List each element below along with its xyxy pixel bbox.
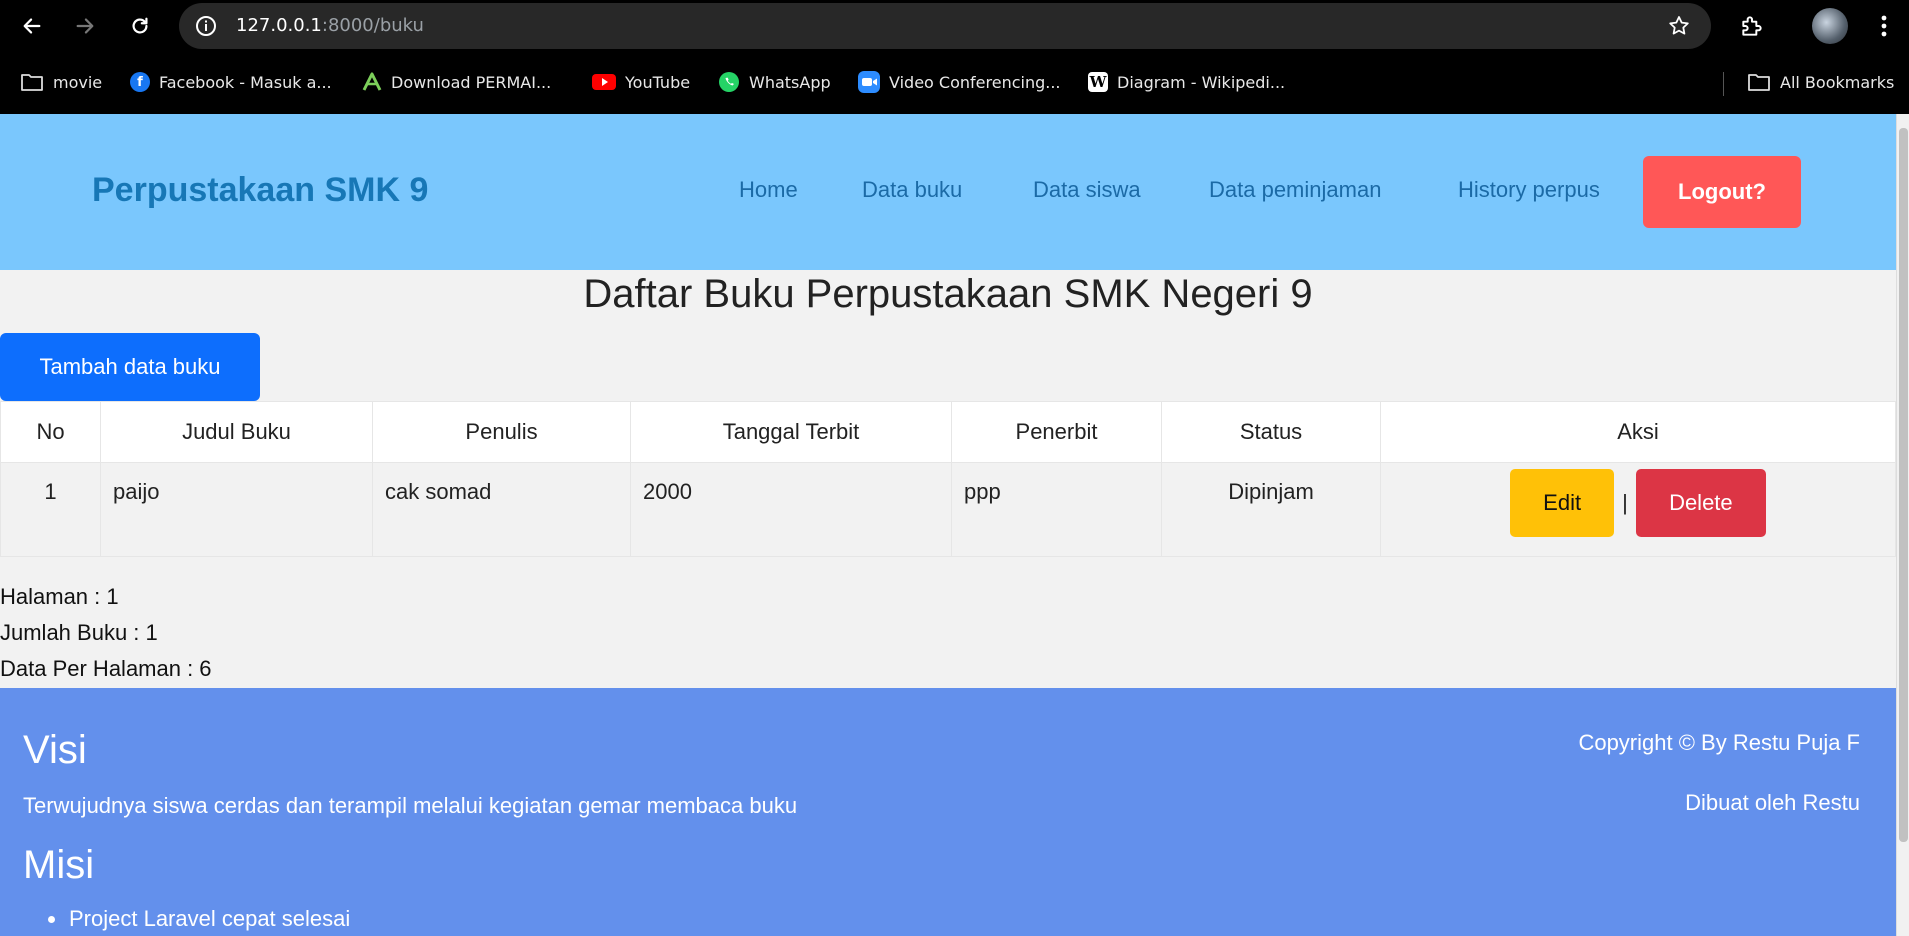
bookmarks-bar: movie f Facebook - Masuk a... Download P…: [0, 62, 1909, 102]
bookmark-label: WhatsApp: [749, 72, 831, 92]
folder-icon: [1748, 74, 1770, 91]
back-arrow-icon: [23, 18, 41, 34]
column-header-penulis: Penulis: [372, 401, 631, 463]
bookmark-label: YouTube: [625, 72, 691, 92]
bookmark-permai[interactable]: Download PERMAI...: [362, 68, 551, 96]
bookmark-label: Diagram - Wikipedi...: [1117, 72, 1286, 92]
all-bookmarks-button[interactable]: All Bookmarks: [1747, 68, 1894, 96]
back-button[interactable]: [16, 10, 48, 42]
cell-status: Dipinjam: [1161, 462, 1381, 557]
cell-penerbit: ppp: [951, 462, 1162, 557]
youtube-icon: [592, 74, 616, 90]
column-header-aksi: Aksi: [1380, 401, 1896, 463]
table-header-row: No Judul Buku Penulis Tanggal Terbit Pen…: [0, 401, 1896, 463]
bookmark-zoom[interactable]: Video Conferencing...: [858, 68, 1061, 96]
reload-icon: [132, 17, 148, 34]
bookmark-wikipedia[interactable]: W Diagram - Wikipedi...: [1088, 68, 1285, 96]
column-header-no: No: [0, 401, 101, 463]
menu-button[interactable]: [1868, 10, 1900, 42]
nav-link-history-perpus[interactable]: History perpus: [1458, 177, 1600, 203]
more-vertical-icon: [1881, 15, 1887, 37]
visi-heading: Visi: [23, 728, 87, 772]
action-separator: |: [1622, 490, 1628, 515]
url-text[interactable]: 127.0.0.1:8000/buku: [236, 15, 424, 36]
bookmarks-divider: [1723, 72, 1724, 96]
bookmark-youtube[interactable]: YouTube: [592, 68, 690, 96]
add-book-button[interactable]: Tambah data buku: [0, 333, 260, 401]
site-info-icon[interactable]: [194, 14, 218, 38]
edit-button[interactable]: Edit: [1510, 469, 1615, 537]
cell-aksi: Edit | Delete: [1380, 462, 1896, 557]
folder-icon: [21, 74, 43, 91]
books-table: No Judul Buku Penulis Tanggal Terbit Pen…: [0, 401, 1896, 557]
column-header-status: Status: [1161, 401, 1381, 463]
credit-text: Dibuat oleh Restu: [1685, 790, 1860, 815]
bookmark-star-icon[interactable]: [1667, 14, 1691, 38]
cell-tanggal: 2000: [630, 462, 952, 557]
bookmark-label: Video Conferencing...: [889, 72, 1061, 92]
puzzle-icon: [1742, 16, 1762, 36]
bookmark-movie[interactable]: movie: [20, 68, 102, 96]
browser-toolbar: 127.0.0.1:8000/buku: [0, 0, 1909, 52]
row-actions: Edit | Delete: [1381, 469, 1895, 537]
page-title: Daftar Buku Perpustakaan SMK Negeri 9: [583, 272, 1313, 316]
forward-arrow-icon: [76, 18, 94, 34]
misi-heading: Misi: [23, 843, 95, 887]
site-footer: Visi Terwujudnya siswa cerdas dan teramp…: [0, 688, 1896, 936]
site-brand[interactable]: Perpustakaan SMK 9: [92, 171, 428, 210]
bookmark-label: movie: [53, 72, 103, 92]
site-navbar: Perpustakaan SMK 9 Home Data buku Data s…: [0, 114, 1896, 270]
url-host: 127.0.0.1: [236, 15, 322, 36]
page-viewport: Perpustakaan SMK 9 Home Data buku Data s…: [0, 114, 1896, 936]
table-row: 1 paijo cak somad 2000 ppp Dipinjam Edit…: [0, 462, 1896, 557]
column-header-penerbit: Penerbit: [951, 401, 1162, 463]
permai-icon: [362, 72, 382, 91]
copyright-text: Copyright © By Restu Puja F: [1578, 730, 1860, 755]
forward-button[interactable]: [69, 10, 101, 42]
reload-button[interactable]: [124, 10, 156, 42]
url-path: :8000/buku: [321, 15, 424, 36]
browser-chrome: 127.0.0.1:8000/buku movie f Facebook - M…: [0, 0, 1909, 114]
bullet-icon: [48, 915, 55, 923]
cell-judul: paijo: [100, 462, 373, 557]
bookmark-label: Download PERMAI...: [391, 72, 552, 92]
all-bookmarks-label: All Bookmarks: [1780, 72, 1895, 92]
whatsapp-icon: [719, 72, 739, 92]
bookmark-facebook[interactable]: f Facebook - Masuk a...: [130, 68, 332, 96]
info-halaman: Halaman : 1: [0, 584, 119, 609]
nav-link-data-siswa[interactable]: Data siswa: [1033, 177, 1141, 203]
cell-no: 1: [0, 462, 101, 557]
address-bar[interactable]: 127.0.0.1:8000/buku: [179, 3, 1711, 49]
delete-button[interactable]: Delete: [1635, 469, 1766, 537]
wikipedia-icon: W: [1088, 72, 1108, 92]
column-header-judul: Judul Buku: [100, 401, 373, 463]
extensions-button[interactable]: [1736, 10, 1768, 42]
page-scrollbar[interactable]: [1896, 114, 1909, 936]
nav-link-data-peminjaman[interactable]: Data peminjaman: [1209, 177, 1381, 203]
info-jumlah-buku: Jumlah Buku : 1: [0, 620, 158, 645]
facebook-icon: f: [130, 72, 150, 92]
visi-text: Terwujudnya siswa cerdas dan terampil me…: [23, 793, 798, 818]
profile-avatar[interactable]: [1812, 8, 1848, 44]
scrollbar-thumb[interactable]: [1899, 128, 1908, 842]
bookmark-whatsapp[interactable]: WhatsApp: [718, 68, 831, 96]
info-data-per-halaman: Data Per Halaman : 6: [0, 656, 212, 681]
column-header-tanggal: Tanggal Terbit: [630, 401, 952, 463]
misi-item-text: Project Laravel cepat selesai: [69, 906, 351, 931]
logout-button[interactable]: Logout?: [1643, 156, 1801, 228]
nav-link-home[interactable]: Home: [739, 177, 798, 203]
misi-list-item: Project Laravel cepat selesai: [48, 906, 350, 932]
nav-link-data-buku[interactable]: Data buku: [862, 177, 962, 203]
zoom-icon: [858, 71, 880, 93]
cell-penulis: cak somad: [372, 462, 631, 557]
bookmark-label: Facebook - Masuk a...: [159, 72, 332, 92]
